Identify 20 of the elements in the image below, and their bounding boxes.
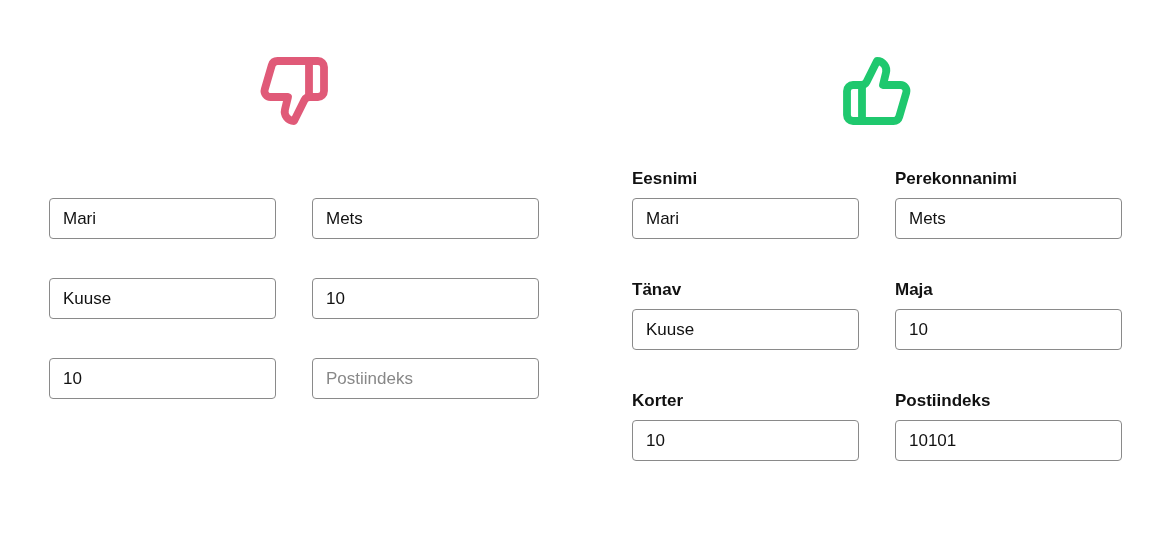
input-field[interactable]: 10: [312, 278, 539, 319]
input-field[interactable]: 10: [632, 420, 859, 461]
field-label: Postiindeks: [895, 391, 992, 411]
field-label: Perekonnanimi: [895, 169, 1018, 189]
field-label: Maja: [895, 280, 934, 300]
input-field[interactable]: 10: [895, 309, 1122, 350]
thumbs-down-icon: [258, 55, 330, 127]
input-field[interactable]: Mari: [49, 198, 276, 239]
field-label: Tänav: [632, 280, 683, 300]
input-field[interactable]: Mari: [632, 198, 859, 239]
input-field[interactable]: Mets: [895, 198, 1122, 239]
input-field[interactable]: Kuuse: [49, 278, 276, 319]
input-field[interactable]: 10101: [895, 420, 1122, 461]
input-field[interactable]: Postiindeks: [312, 358, 539, 399]
field-label: Eesnimi: [632, 169, 699, 189]
input-field[interactable]: Mets: [312, 198, 539, 239]
input-field[interactable]: 10: [49, 358, 276, 399]
field-label: Korter: [632, 391, 684, 411]
input-field[interactable]: Kuuse: [632, 309, 859, 350]
thumbs-up-icon: [841, 55, 913, 127]
